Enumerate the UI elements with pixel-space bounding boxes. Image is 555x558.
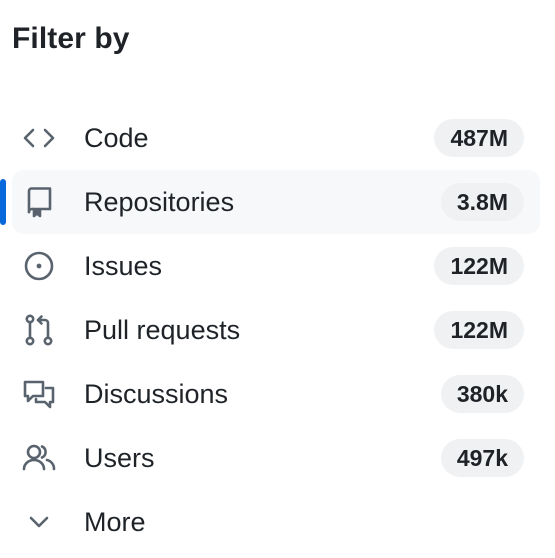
selected-indicator <box>0 179 6 225</box>
filter-item-label: Issues <box>84 251 163 281</box>
filter-item-count: 380k <box>440 375 524 413</box>
filter-item-count: 122M <box>434 311 524 349</box>
git-pull-request-icon <box>22 313 56 347</box>
filter-item-label: Code <box>84 123 149 153</box>
people-icon <box>22 441 56 475</box>
filter-heading: Filter by <box>12 22 130 55</box>
filter-item-label: Repositories <box>84 187 235 217</box>
filter-item-users[interactable]: Users 497k <box>12 426 540 490</box>
filter-item-pull-requests[interactable]: Pull requests 122M <box>12 298 540 362</box>
filter-item-count: 122M <box>434 247 524 285</box>
filter-item-label: Users <box>84 443 155 473</box>
comment-discussion-icon <box>22 377 56 411</box>
filter-item-count: 3.8M <box>440 183 524 221</box>
more-button[interactable]: More <box>12 490 540 554</box>
issue-opened-icon <box>22 249 56 283</box>
filter-item-code[interactable]: Code 487M <box>12 106 540 170</box>
filter-item-count: 497k <box>440 439 524 477</box>
repo-icon <box>22 185 56 219</box>
more-label: More <box>84 507 146 537</box>
filter-item-discussions[interactable]: Discussions 380k <box>12 362 540 426</box>
filter-item-issues[interactable]: Issues 122M <box>12 234 540 298</box>
filter-item-label: Pull requests <box>84 315 241 345</box>
code-icon <box>22 121 56 155</box>
filter-item-repositories[interactable]: Repositories 3.8M <box>0 170 540 234</box>
chevron-down-icon <box>22 505 56 539</box>
filter-item-label: Discussions <box>84 379 229 409</box>
filter-item-count: 487M <box>434 119 524 157</box>
